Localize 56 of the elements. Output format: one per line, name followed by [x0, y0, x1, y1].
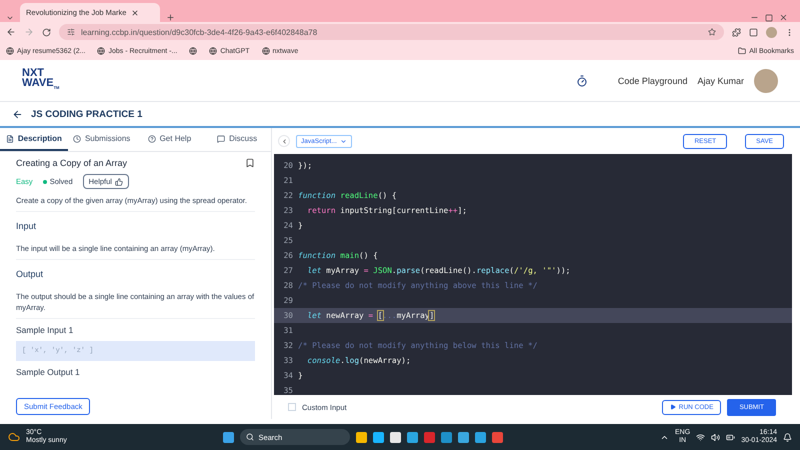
user-name: Ajay Kumar — [697, 76, 744, 86]
close-tab-icon[interactable] — [131, 8, 140, 16]
caret-icon — [340, 138, 347, 144]
problem-title: Creating a Copy of an Array — [16, 158, 128, 168]
search-icon — [246, 433, 254, 441]
custom-input-checkbox[interactable] — [288, 403, 296, 411]
help-icon — [148, 134, 156, 142]
sample-input-label: Sample Input 1 — [16, 325, 74, 335]
chevron-left-icon — [280, 138, 288, 144]
app-icon[interactable] — [407, 432, 418, 442]
bookmark-icon[interactable] — [245, 158, 255, 168]
app-icon[interactable] — [356, 432, 368, 442]
close-icon[interactable] — [779, 13, 788, 22]
globe-icon — [6, 47, 14, 55]
app-icon[interactable] — [373, 432, 384, 442]
collapse-button[interactable] — [278, 135, 290, 147]
app-icon[interactable] — [458, 432, 470, 442]
stopwatch-icon[interactable] — [576, 74, 588, 86]
back-arrow-icon[interactable] — [12, 108, 23, 120]
panel-tab[interactable]: Submissions — [68, 128, 136, 151]
bell-icon[interactable] — [783, 432, 792, 442]
page-title: JS CODING PRACTICE 1 — [31, 108, 142, 120]
thumbs-up-icon — [114, 178, 123, 186]
new-tab-icon[interactable] — [166, 13, 175, 22]
globe-icon — [262, 47, 270, 55]
panel-tab[interactable]: Description — [0, 128, 68, 151]
folder-icon — [738, 47, 746, 55]
reload-icon[interactable] — [42, 28, 51, 36]
wifi-icon[interactable] — [696, 432, 706, 442]
panel-tab[interactable]: Discuss — [203, 128, 271, 151]
code-playground-link[interactable]: Code Playground — [618, 76, 688, 86]
section-heading: Input — [16, 220, 38, 233]
volume-icon[interactable] — [711, 432, 720, 442]
battery-icon[interactable] — [726, 432, 736, 442]
address-bar[interactable]: learning.ccbp.in/question/d9c30fcb-3de4-4f26-9a43-e6f402848a78 — [59, 24, 724, 40]
globe-icon — [97, 47, 106, 55]
sidebar-icon[interactable] — [749, 28, 758, 36]
globe-icon — [209, 47, 218, 55]
app-icon[interactable] — [390, 432, 402, 442]
dropdown-icon[interactable] — [6, 14, 14, 22]
document-icon — [6, 134, 14, 142]
site-settings-icon[interactable] — [67, 28, 75, 36]
extensions-icon[interactable] — [732, 28, 741, 36]
sample-output-label: Sample Output 1 — [16, 367, 81, 377]
panel-tab[interactable]: Get Help — [136, 128, 204, 151]
star-icon[interactable] — [708, 28, 716, 36]
restore-icon[interactable] — [765, 14, 773, 22]
back-icon[interactable] — [6, 27, 16, 37]
play-icon — [670, 404, 676, 410]
section-heading: Output — [16, 268, 44, 281]
app-icon[interactable] — [475, 432, 486, 442]
weather-icon[interactable] — [8, 431, 20, 443]
clock-icon — [72, 134, 81, 142]
globe-icon[interactable] — [189, 47, 198, 55]
chat-icon — [217, 134, 226, 142]
start-icon[interactable] — [223, 432, 234, 442]
